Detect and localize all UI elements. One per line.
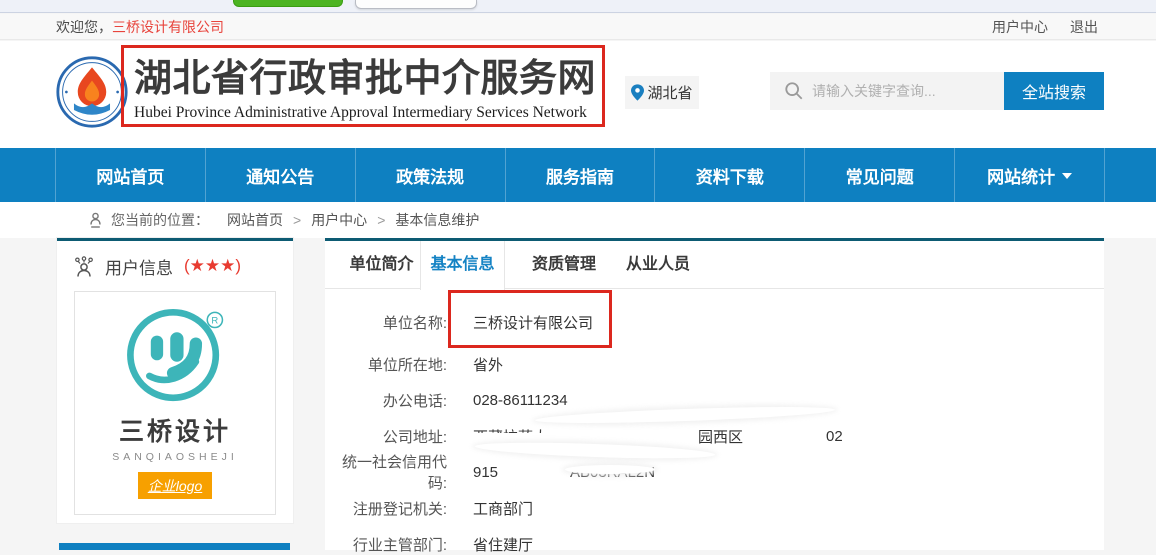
logout-link[interactable]: 退出: [1070, 17, 1098, 37]
field-label: 注册登记机关:: [325, 498, 447, 519]
field-value: 028-86111234: [473, 392, 568, 409]
code-prefix: 915: [473, 464, 498, 481]
basic-info-panel: 单位简介 基本信息 资质管理 从业人员 单位名称: 三桥设计有限公司 单位所在地…: [325, 238, 1104, 550]
search-button[interactable]: 全站搜索: [1004, 72, 1104, 110]
company-logo-text: 三桥设计: [119, 412, 231, 448]
welcome-message: 欢迎您， 三桥设计有限公司: [56, 17, 224, 37]
sidebar-rating-stars: (★★★): [184, 256, 241, 276]
company-logo-frame: R 三桥设计 SANQIAOSHEJI 企业logo: [74, 291, 276, 515]
breadcrumb-user-center[interactable]: 用户中心: [311, 210, 367, 230]
breadcrumb-home[interactable]: 网站首页: [227, 210, 283, 230]
company-logo-image: R: [119, 300, 231, 412]
form-row-supervising-department: 行业主管部门: 省住建厅: [325, 533, 533, 555]
tab-unit-profile[interactable]: 单位简介: [343, 241, 420, 289]
content-area: 用户信息 (★★★) R 三桥设计 SANQIAOSHEJI: [0, 238, 1156, 550]
location-selector[interactable]: 湖北省: [625, 76, 699, 109]
field-label: 行业主管部门:: [325, 534, 447, 555]
form-row-credit-code: 统一社会信用代码: 915 AB03RAL2N: [325, 461, 655, 483]
clipped-top-strip: [0, 0, 1156, 13]
site-title: 湖北省行政审批中介服务网: [134, 58, 596, 102]
location-label: 湖北省: [647, 82, 692, 103]
field-value-redacted: 915 AB03RAL2N: [473, 464, 655, 481]
user-info-sidebar: 用户信息 (★★★) R 三桥设计 SANQIAOSHEJI: [57, 238, 293, 523]
breadcrumb-basic-info[interactable]: 基本信息维护: [395, 210, 479, 230]
user-center-link[interactable]: 用户中心: [992, 17, 1048, 37]
page: 欢迎您， 三桥设计有限公司 用户中心 退出 湖北省行政审批中介服务网 Hubei…: [0, 0, 1156, 550]
enterprise-logo-button[interactable]: 企业logo: [138, 472, 212, 499]
site-title-block: 湖北省行政审批中介服务网 Hubei Province Administrati…: [134, 58, 596, 122]
location-pin-icon: [631, 84, 644, 101]
site-header: 湖北省行政审批中介服务网 Hubei Province Administrati…: [0, 41, 1156, 148]
sidebar-title: 用户信息: [105, 254, 173, 279]
nav-item-notices[interactable]: 通知公告: [205, 148, 355, 202]
address-fragment: 园西区: [698, 426, 743, 447]
tab-qualification[interactable]: 资质管理: [519, 241, 609, 289]
breadcrumb-separator: >: [293, 212, 301, 228]
sidebar-menu-item-partial[interactable]: [59, 543, 290, 550]
welcome-bar: 欢迎您， 三桥设计有限公司 用户中心 退出: [0, 14, 1156, 40]
site-subtitle: Hubei Province Administrative Approval I…: [134, 104, 596, 122]
cutoff-green-button: [233, 0, 343, 7]
code-suffix: AB03RAL2N: [570, 464, 655, 481]
field-label: 办公电话:: [325, 390, 447, 411]
form-row-phone: 办公电话: 028-86111234: [325, 389, 568, 411]
field-value: 三桥设计有限公司: [473, 312, 593, 333]
dropdown-caret-icon: [1062, 173, 1072, 179]
breadcrumb-separator: >: [377, 212, 385, 228]
field-value-redacted: 西藏拉萨大 园西区 02: [473, 426, 843, 447]
nav-item-downloads[interactable]: 资料下载: [654, 148, 804, 202]
redacted-text-fragment: 西藏拉萨大: [473, 426, 548, 447]
breadcrumb-person-icon: [88, 212, 103, 229]
field-label: 公司地址:: [325, 426, 447, 447]
address-fragment: 02: [826, 428, 843, 445]
search-input[interactable]: [770, 72, 1004, 110]
sidebar-header: 用户信息 (★★★): [57, 241, 293, 291]
breadcrumb: 您当前的位置： 网站首页 > 用户中心 > 基本信息维护: [0, 202, 1156, 238]
field-label: 单位所在地:: [325, 354, 447, 375]
form-row-registration-authority: 注册登记机关: 工商部门: [325, 497, 533, 519]
field-label: 单位名称:: [325, 312, 447, 333]
field-label: 统一社会信用代码:: [325, 451, 447, 493]
nav-item-site-stats[interactable]: 网站统计: [954, 148, 1105, 202]
registered-trademark-icon: R: [211, 316, 218, 327]
field-value: 省住建厅: [473, 534, 533, 555]
tab-bar: 单位简介 基本信息 资质管理 从业人员: [325, 241, 1104, 289]
welcome-company-name: 三桥设计有限公司: [112, 17, 224, 37]
form-row-location: 单位所在地: 省外: [325, 353, 503, 375]
cutoff-gray-tab: [355, 0, 477, 9]
tab-personnel[interactable]: 从业人员: [613, 241, 703, 289]
form-row-address: 公司地址: 西藏拉萨大 园西区 02: [325, 425, 843, 447]
tab-basic-info[interactable]: 基本信息: [420, 241, 505, 290]
nav-item-policies[interactable]: 政策法规: [355, 148, 505, 202]
main-nav: 网站首页 通知公告 政策法规 服务指南 资料下载 常见问题 网站统计: [0, 148, 1156, 202]
redaction-smudge: [535, 404, 835, 426]
site-logo-icon: [55, 55, 129, 129]
field-value: 省外: [473, 354, 503, 375]
nav-item-faq[interactable]: 常见问题: [804, 148, 954, 202]
welcome-prefix: 欢迎您，: [56, 17, 112, 37]
field-value: 工商部门: [473, 498, 533, 519]
nav-item-service-guide[interactable]: 服务指南: [505, 148, 655, 202]
company-logo-subtext: SANQIAOSHEJI: [112, 451, 238, 463]
form-row-unit-name: 单位名称: 三桥设计有限公司: [325, 311, 593, 333]
breadcrumb-prefix: 您当前的位置：: [111, 210, 209, 230]
nav-item-home[interactable]: 网站首页: [55, 148, 205, 202]
user-rating-icon: [72, 254, 96, 278]
